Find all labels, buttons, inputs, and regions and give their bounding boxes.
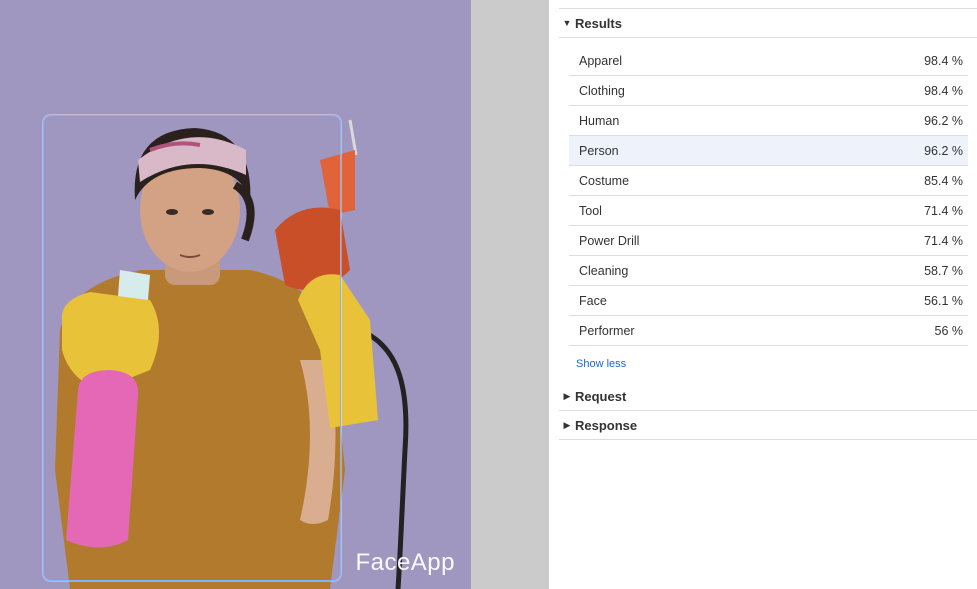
- result-row-human[interactable]: Human 96.2 %: [569, 106, 968, 136]
- response-title: Response: [575, 417, 638, 433]
- result-value: 85.4 %: [924, 173, 963, 188]
- result-row-tool[interactable]: Tool 71.4 %: [569, 196, 968, 226]
- detection-bounding-box[interactable]: [43, 115, 341, 581]
- results-list: Apparel 98.4 % Clothing 98.4 % Human 96.…: [569, 46, 968, 346]
- result-value: 71.4 %: [924, 233, 963, 248]
- result-row-costume[interactable]: Costume 85.4 %: [569, 166, 968, 196]
- faceapp-watermark: FaceApp: [355, 549, 455, 576]
- result-value: 56 %: [934, 323, 964, 338]
- result-label: Human: [579, 113, 620, 128]
- analyzed-image-panel: FaceApp: [0, 0, 471, 589]
- result-label: Cleaning: [579, 263, 629, 278]
- result-row-power-drill[interactable]: Power Drill 71.4 %: [569, 226, 968, 256]
- result-value: 58.7 %: [924, 263, 963, 278]
- result-row-face[interactable]: Face 56.1 %: [569, 286, 968, 316]
- result-value: 96.2 %: [924, 143, 963, 158]
- response-section-header[interactable]: ▶ Response: [559, 411, 977, 440]
- show-less-link[interactable]: Show less: [576, 358, 626, 370]
- results-panel: ▼ Results Apparel 98.4 % Clothing 98.4 %…: [549, 0, 977, 589]
- result-label: Clothing: [579, 83, 625, 98]
- panel-gutter: [471, 0, 549, 589]
- result-label: Apparel: [579, 53, 623, 68]
- request-section-header[interactable]: ▶ Request: [559, 382, 977, 411]
- result-row-apparel[interactable]: Apparel 98.4 %: [569, 46, 968, 76]
- triangle-down-icon: ▼: [562, 18, 572, 28]
- result-label: Tool: [579, 203, 602, 218]
- result-value: 71.4 %: [924, 203, 963, 218]
- result-value: 98.4 %: [924, 53, 963, 68]
- result-row-performer[interactable]: Performer 56 %: [569, 316, 968, 346]
- results-title: Results: [575, 15, 622, 31]
- results-section-header[interactable]: ▼ Results: [559, 9, 977, 38]
- result-row-cleaning[interactable]: Cleaning 58.7 %: [569, 256, 968, 286]
- result-label: Power Drill: [579, 233, 640, 248]
- request-title: Request: [575, 388, 627, 404]
- triangle-right-icon: ▶: [563, 419, 571, 430]
- result-label: Costume: [579, 173, 630, 188]
- result-label: Face: [579, 293, 607, 308]
- triangle-right-icon: ▶: [563, 390, 571, 401]
- result-label: Performer: [579, 323, 635, 338]
- result-value: 96.2 %: [924, 113, 963, 128]
- result-row-clothing[interactable]: Clothing 98.4 %: [569, 76, 968, 106]
- result-value: 98.4 %: [924, 83, 963, 98]
- result-row-person[interactable]: Person 96.2 %: [569, 136, 968, 166]
- result-label: Person: [579, 143, 619, 158]
- result-value: 56.1 %: [924, 293, 963, 308]
